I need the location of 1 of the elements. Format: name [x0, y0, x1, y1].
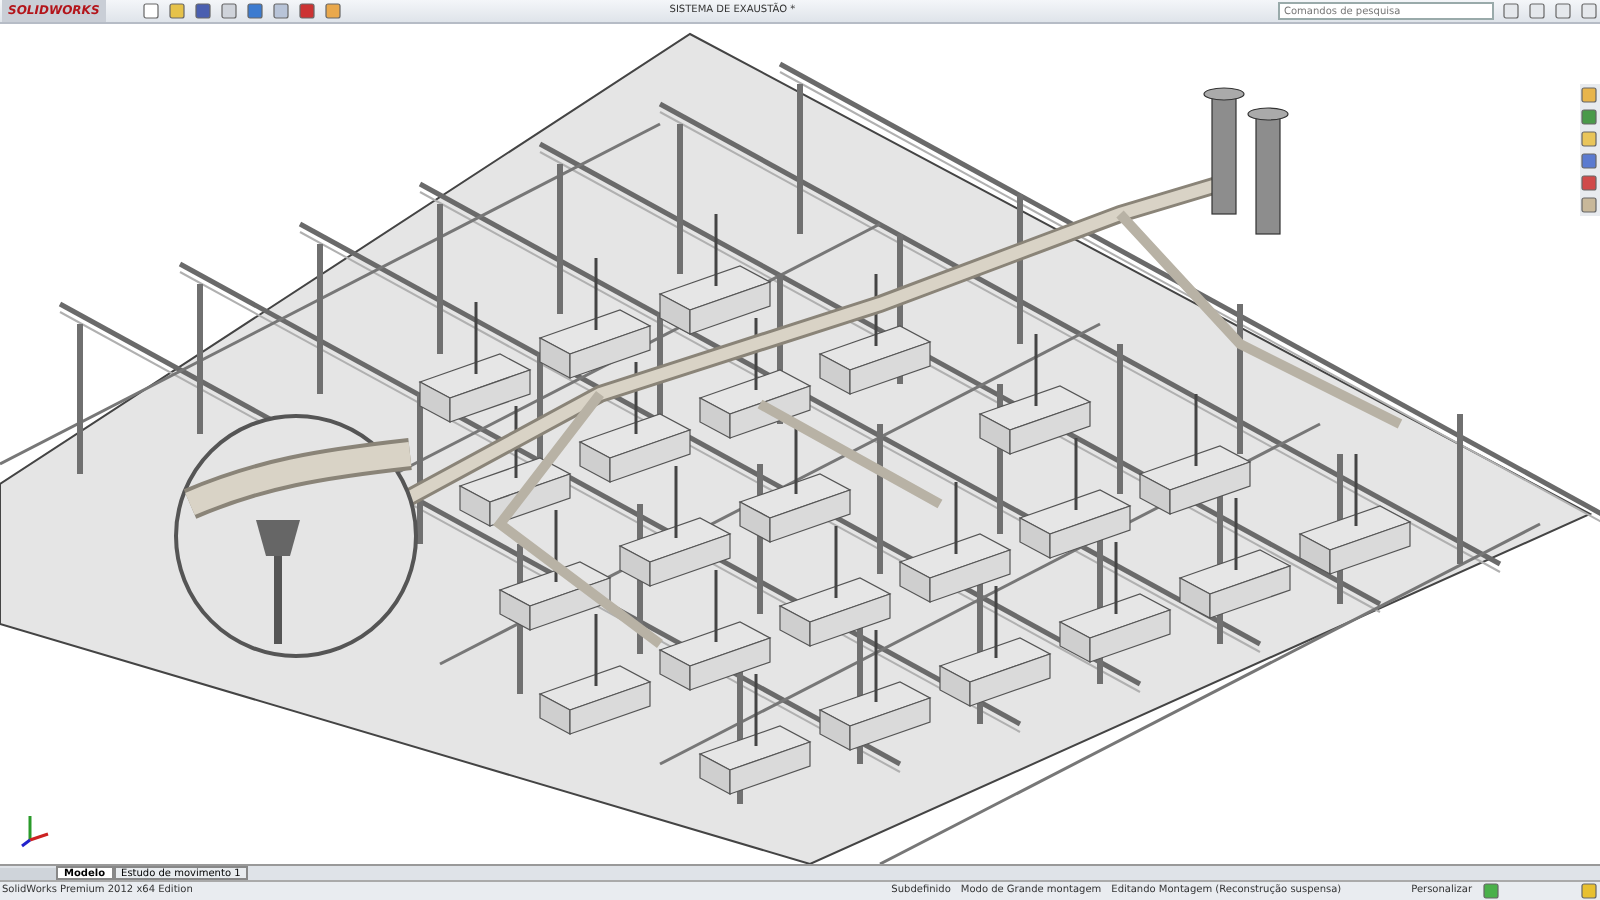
axis-triad-icon: [20, 812, 52, 848]
